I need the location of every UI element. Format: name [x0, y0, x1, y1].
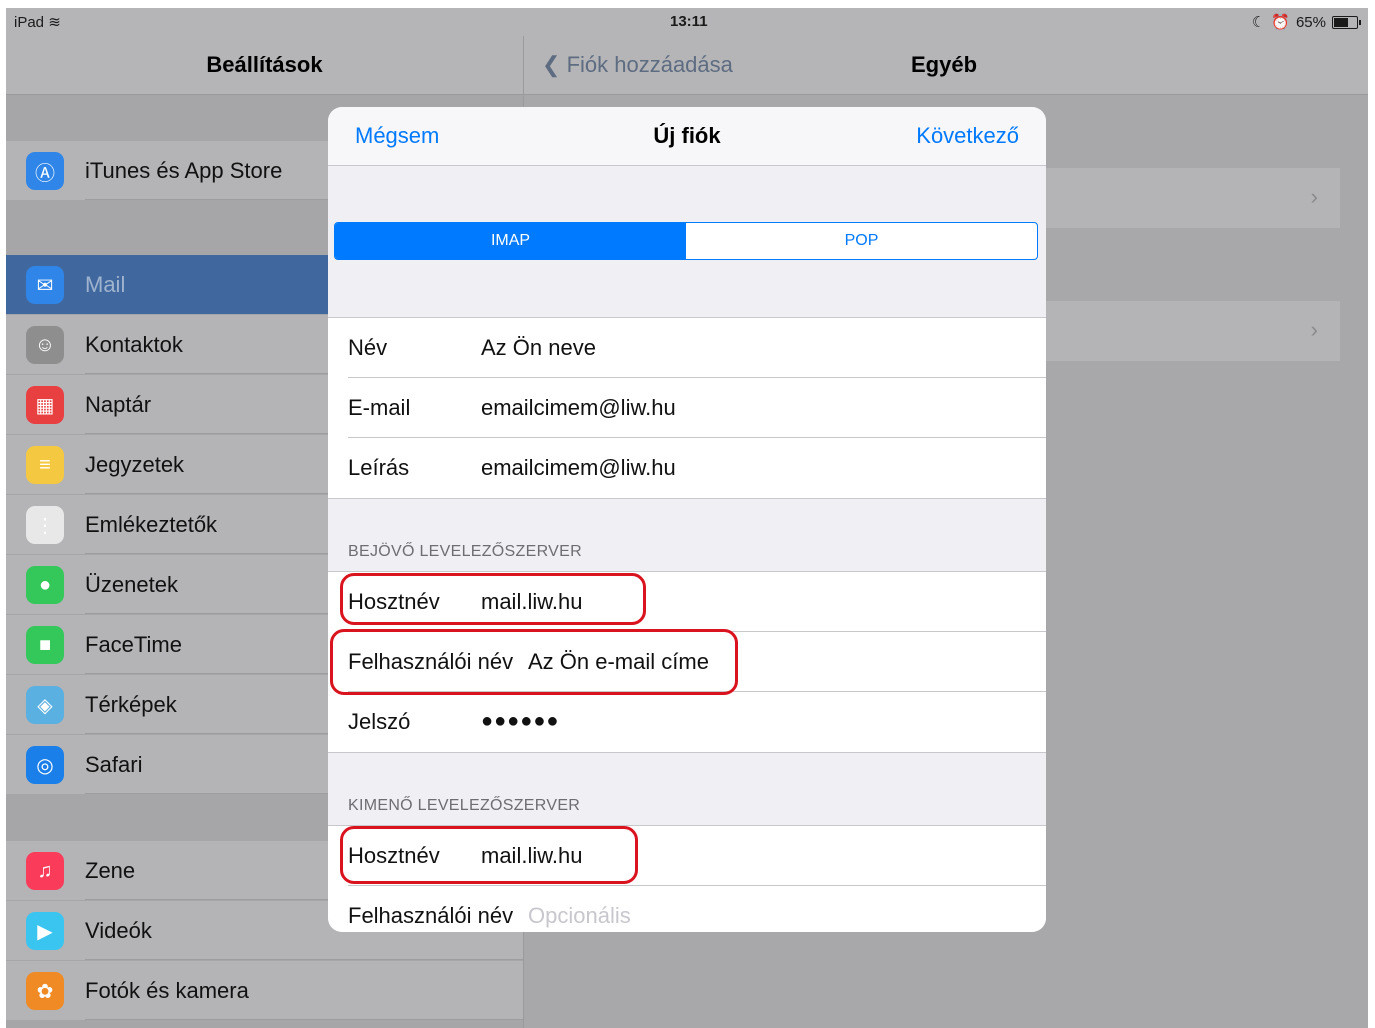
description-label: Leírás [348, 455, 410, 480]
messages-icon: ● [26, 566, 64, 604]
outgoing-server-group: Hosztnév mail.liw.hu Felhasználói név Op… [328, 825, 1046, 932]
incoming-username-label: Felhasználói név [348, 649, 514, 674]
status-time: 13:11 [670, 13, 708, 30]
incoming-row-hostname[interactable]: Hosztnév mail.liw.hu [328, 572, 1046, 632]
protocol-segmented-control[interactable]: IMAP POP [334, 222, 1038, 260]
row-divider [85, 959, 523, 960]
name-field[interactable]: Az Ön neve [481, 335, 596, 361]
facetime-icon: ■ [26, 626, 64, 664]
email-label: E-mail [348, 395, 411, 420]
next-button[interactable]: Következő [916, 123, 1019, 149]
sidebar-item-label: Üzenetek [85, 572, 178, 597]
detail-title: Egyéb [910, 52, 978, 77]
videos-icon: ▶ [26, 912, 64, 950]
device-name: iPad [14, 14, 45, 31]
chevron-right-icon: › [1310, 317, 1318, 342]
sidebar-item[interactable]: ✿ Fotók és kamera [6, 961, 523, 1020]
photos-icon: ✿ [26, 972, 64, 1010]
modal-navbar: Mégsem Új fiók Következő [328, 107, 1046, 166]
description-field[interactable]: emailcimem@liw.hu [481, 455, 676, 481]
status-device: iPad ≋ [14, 13, 61, 31]
account-row-name[interactable]: Név Az Ön neve [328, 318, 1046, 378]
back-label: Fiók hozzáadása [566, 52, 733, 77]
app-store-icon: Ⓐ [26, 152, 64, 190]
chevron-left-icon: ❮ [542, 52, 561, 77]
incoming-server-group: Hosztnév mail.liw.hu Felhasználói név Az… [328, 571, 1046, 753]
sidebar-item-label: Naptár [85, 392, 152, 417]
incoming-server-header: BEJÖVŐ LEVELEZŐSZERVER [348, 543, 582, 560]
music-icon: ♫ [26, 852, 64, 890]
outgoing-server-header: KIMENŐ LEVELEZŐSZERVER [348, 797, 581, 814]
sidebar-item-label: iTunes és App Store [85, 158, 283, 183]
incoming-username-field[interactable]: Az Ön e-mail címe [528, 649, 709, 675]
chevron-right-icon: › [1310, 184, 1318, 209]
outgoing-username-field[interactable]: Opcionális [528, 903, 631, 929]
ipad-screen: iPad ≋ 13:11 ☾ ⏰ 65% Beállítások ❮ Fiók … [6, 8, 1368, 1028]
sidebar-item-label: Mail [85, 272, 126, 297]
maps-icon: ◈ [26, 686, 64, 724]
incoming-row-username[interactable]: Felhasználói név Az Ön e-mail címe [328, 632, 1046, 692]
outgoing-hostname-label: Hosztnév [348, 843, 440, 868]
incoming-password-field[interactable]: ●●●●●● [481, 710, 559, 733]
cancel-button[interactable]: Mégsem [355, 123, 439, 149]
account-info-group: Név Az Ön neve E-mail emailcimem@liw.hu … [328, 317, 1046, 499]
incoming-hostname-field[interactable]: mail.liw.hu [481, 589, 582, 615]
status-bar: iPad ≋ 13:11 ☾ ⏰ 65% [6, 8, 1368, 36]
wifi-icon: ≋ [48, 14, 61, 31]
sidebar-item-label: Jegyzetek [85, 452, 185, 477]
battery-fill [1334, 17, 1348, 27]
settings-navbar: Beállítások [6, 36, 524, 95]
sidebar-item-label: FaceTime [85, 632, 182, 657]
incoming-password-label: Jelszó [348, 709, 411, 734]
account-row-email[interactable]: E-mail emailcimem@liw.hu [328, 378, 1046, 438]
email-field[interactable]: emailcimem@liw.hu [481, 395, 676, 421]
mail-icon: ✉ [26, 266, 64, 304]
status-right: ☾ ⏰ 65% [1251, 13, 1361, 31]
battery-percent: 65% [1295, 13, 1326, 31]
row-divider [85, 1019, 523, 1020]
sidebar-item-label: Zene [85, 858, 136, 883]
outgoing-row-username[interactable]: Felhasználói név Opcionális [328, 886, 1046, 932]
outgoing-row-hostname[interactable]: Hosztnév mail.liw.hu [328, 826, 1046, 886]
incoming-hostname-label: Hosztnév [348, 589, 440, 614]
detail-navbar: ❮ Fiók hozzáadása Egyéb [524, 36, 1368, 95]
settings-title: Beállítások [206, 52, 323, 77]
incoming-row-password[interactable]: Jelszó ●●●●●● [328, 692, 1046, 752]
sidebar-item-label: Videók [85, 918, 152, 943]
sidebar-item-label: Fotók és kamera [85, 978, 249, 1003]
name-label: Név [348, 335, 388, 360]
alarm-icon: ⏰ [1271, 14, 1290, 31]
outgoing-username-label: Felhasználói név [348, 903, 514, 928]
back-button[interactable]: ❮ Fiók hozzáadása [542, 52, 733, 78]
contacts-icon: ☺ [26, 326, 64, 364]
segment-pop[interactable]: POP [686, 223, 1037, 259]
modal-title: Új fiók [653, 123, 721, 148]
segment-imap[interactable]: IMAP [335, 223, 686, 259]
battery-icon [1332, 15, 1361, 29]
safari-icon: ◎ [26, 746, 64, 784]
outgoing-hostname-field[interactable]: mail.liw.hu [481, 843, 582, 869]
account-row-description[interactable]: Leírás emailcimem@liw.hu [328, 438, 1046, 498]
sidebar-item-label: Térképek [85, 692, 177, 717]
sidebar-item-label: Safari [85, 752, 143, 777]
notes-icon: ≡ [26, 446, 64, 484]
sidebar-item-label: Emlékeztetők [85, 512, 218, 537]
moon-icon: ☾ [1251, 14, 1266, 31]
calendar-icon: ▦ [26, 386, 64, 424]
new-account-modal: Mégsem Új fiók Következő IMAP POP Név Az… [328, 107, 1046, 932]
reminders-icon: ⋮ [26, 506, 64, 544]
sidebar-item-label: Kontaktok [85, 332, 183, 357]
